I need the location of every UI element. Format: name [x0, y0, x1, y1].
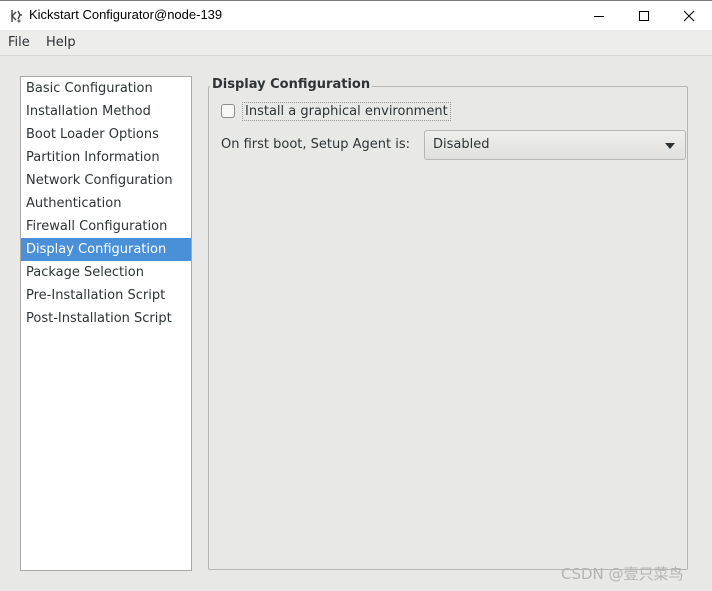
title-bar: Kickstart Configurator@node-139 [0, 0, 712, 30]
sidebar-item-basic-configuration[interactable]: Basic Configuration [21, 77, 191, 100]
close-icon [683, 10, 695, 21]
maximize-icon [639, 10, 649, 21]
sidebar-item-firewall-configuration[interactable]: Firewall Configuration [21, 215, 191, 238]
close-button[interactable] [666, 1, 712, 30]
sidebar-item-display-configuration[interactable]: Display Configuration [21, 238, 191, 261]
sidebar-item-partition-information[interactable]: Partition Information [21, 146, 191, 169]
graphical-environment-checkbox[interactable] [221, 104, 235, 118]
sidebar-item-authentication[interactable]: Authentication [21, 192, 191, 215]
menu-help[interactable]: Help [46, 35, 76, 50]
sidebar-nav: Basic Configuration Installation Method … [20, 76, 192, 571]
minimize-icon [594, 15, 604, 17]
dropdown-arrow-icon [665, 143, 675, 149]
kickstart-app-icon [11, 10, 22, 23]
menu-bar: File Help [0, 30, 712, 56]
sidebar-item-post-installation-script[interactable]: Post-Installation Script [21, 307, 191, 330]
window-title: Kickstart Configurator@node-139 [29, 7, 223, 22]
setup-agent-label: On first boot, Setup Agent is: [221, 137, 411, 152]
sidebar-item-installation-method[interactable]: Installation Method [21, 100, 191, 123]
setup-agent-dropdown[interactable]: Disabled [424, 130, 686, 160]
sidebar-item-pre-installation-script[interactable]: Pre-Installation Script [21, 284, 191, 307]
setup-agent-value: Disabled [433, 137, 490, 152]
sidebar-item-network-configuration[interactable]: Network Configuration [21, 169, 191, 192]
display-configuration-title: Display Configuration [210, 77, 373, 92]
sidebar-item-boot-loader-options[interactable]: Boot Loader Options [21, 123, 191, 146]
maximize-button[interactable] [621, 1, 667, 30]
sidebar-item-package-selection[interactable]: Package Selection [21, 261, 191, 284]
menu-file[interactable]: File [8, 35, 30, 50]
minimize-button[interactable] [576, 1, 622, 30]
watermark: CSDN @壹只菜鸟 [561, 565, 684, 583]
graphical-environment-option[interactable]: Install a graphical environment [221, 100, 451, 122]
graphical-environment-label[interactable]: Install a graphical environment [242, 101, 451, 121]
